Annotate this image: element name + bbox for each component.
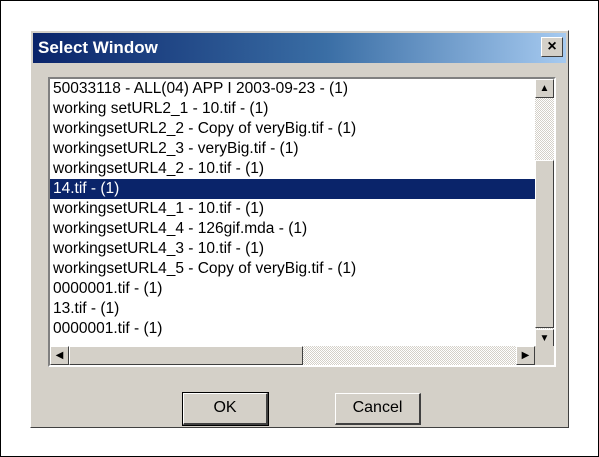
list-item[interactable]: 0000001.tif - (1) [50, 279, 535, 299]
window-list: 50033118 - ALL(04) APP I 2003-09-23 - (1… [50, 79, 535, 348]
list-item[interactable]: 13.tif - (1) [50, 299, 535, 319]
close-icon: × [547, 38, 557, 55]
dialog-title: Select Window [38, 38, 158, 57]
arrow-down-icon: ▼ [539, 333, 550, 344]
arrow-right-icon: ▶ [521, 350, 530, 361]
ok-button[interactable]: OK [182, 392, 269, 426]
horizontal-scroll-thumb[interactable] [69, 346, 303, 365]
list-item[interactable]: workingsetURL4_1 - 10.tif - (1) [50, 199, 535, 219]
horizontal-scrollbar[interactable]: ◀ ▶ [50, 346, 535, 365]
arrow-left-icon: ◀ [55, 350, 64, 361]
list-item[interactable]: 50033118 - ALL(04) APP I 2003-09-23 - (1… [50, 79, 535, 99]
list-item[interactable]: working setURL2_1 - 10.tif - (1) [50, 99, 535, 119]
scroll-right-button[interactable]: ▶ [516, 346, 535, 365]
close-button[interactable]: × [541, 37, 563, 57]
window-listbox[interactable]: 50033118 - ALL(04) APP I 2003-09-23 - (1… [48, 77, 556, 367]
list-item[interactable]: workingsetURL4_5 - Copy of veryBig.tif -… [50, 259, 535, 279]
list-item[interactable]: 14.tif - (1) [50, 179, 535, 199]
list-item[interactable]: workingsetURL2_3 - veryBig.tif - (1) [50, 139, 535, 159]
scroll-up-button[interactable]: ▲ [535, 79, 554, 98]
window-frame: Select Window × 50033118 - ALL(04) APP I… [0, 0, 599, 457]
title-bar[interactable]: Select Window × [33, 33, 566, 63]
cancel-button[interactable]: Cancel [335, 393, 421, 425]
select-window-dialog: Select Window × 50033118 - ALL(04) APP I… [30, 30, 569, 428]
vertical-scrollbar[interactable]: ▲ ▼ [535, 79, 554, 348]
scroll-left-button[interactable]: ◀ [50, 346, 69, 365]
list-item[interactable]: workingsetURL4_2 - 10.tif - (1) [50, 159, 535, 179]
list-item[interactable]: 0000001.tif - (1) [50, 319, 535, 339]
list-item[interactable]: workingsetURL2_2 - Copy of veryBig.tif -… [50, 119, 535, 139]
scrollbar-corner [535, 346, 554, 365]
list-item[interactable]: workingsetURL4_3 - 10.tif - (1) [50, 239, 535, 259]
arrow-up-icon: ▲ [539, 83, 550, 94]
vertical-scroll-thumb[interactable] [535, 160, 554, 328]
list-item[interactable]: workingsetURL4_4 - 126gif.mda - (1) [50, 219, 535, 239]
